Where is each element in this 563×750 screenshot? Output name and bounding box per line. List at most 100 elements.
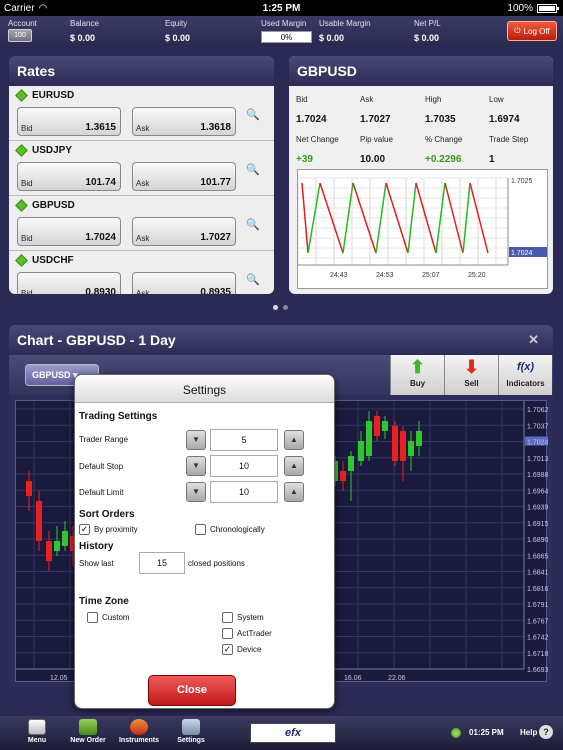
detail-header: Low [489,95,504,104]
chart-close-icon[interactable]: ✕ [528,332,539,348]
ask-button[interactable]: Ask 0.8935 [132,272,236,294]
new-order-button[interactable]: New Order [67,719,109,744]
bid-button[interactable]: Bid 1.7024 [17,217,121,246]
rate-symbol[interactable]: USDCHF [15,254,74,267]
candle-body [46,541,52,561]
magnifier-icon[interactable]: 🔍 [246,108,260,121]
ask-price: 1.7027 [200,232,231,243]
trader-range-decrement[interactable]: ▼ [186,430,206,450]
chart-y-label: 1.6742 [527,635,548,642]
rate-symbol[interactable]: USDJPY [15,144,72,157]
ask-label: Ask [136,124,150,133]
connection-status-icon [451,728,461,738]
trader-range-increment[interactable]: ▲ [284,430,304,450]
account-selector-button[interactable]: 100 [8,29,32,42]
bottom-toolbar: Menu New Order Instruments Settings efx … [0,716,563,750]
tz-custom-label: Custom [102,613,130,622]
ask-price: 101.77 [200,177,231,188]
magnifier-icon[interactable]: 🔍 [246,273,260,286]
ask-price: 0.8935 [200,287,231,294]
default-stop-decrement[interactable]: ▼ [186,456,206,476]
page-indicator[interactable] [273,305,288,310]
ask-button[interactable]: Ask 1.7027 [132,217,236,246]
buy-button[interactable]: ⬆ Buy [390,355,444,395]
magnifier-icon[interactable]: 🔍 [246,163,260,176]
checkbox-checked-icon: ✓ [222,644,233,655]
log-off-button[interactable]: ⏻ Log Off [507,21,557,41]
rate-symbol[interactable]: GBPUSD [15,199,75,212]
default-limit-increment[interactable]: ▲ [284,482,304,502]
mini-tick-chart: 1.7025 1.7024 24:43 24:53 25:07 25:20 [297,169,548,289]
help-icon[interactable]: ? [539,725,553,739]
bid-label: Bid [21,289,33,294]
candle-body [408,441,414,456]
instruments-label: Instruments [118,737,160,744]
rates-title: Rates [9,56,274,86]
detail-header: High [425,95,442,104]
diamond-icon [15,199,28,212]
magnifier-icon[interactable]: 🔍 [246,218,260,231]
chart-y-label: 1.7062 [527,407,548,414]
chart-y-label: 1.6767 [527,618,548,625]
tools-icon [182,719,200,735]
settings-close-button[interactable]: Close [148,675,236,706]
ask-button[interactable]: Ask 1.3618 [132,107,236,136]
by-proximity-option[interactable]: ✓ By proximity [79,524,138,535]
candle-body [62,531,68,546]
bid-button[interactable]: Bid 101.74 [17,162,121,191]
settings-button[interactable]: Settings [174,719,208,744]
settings-title: Settings [75,375,334,403]
default-stop-value[interactable]: 10 [210,455,278,477]
bid-button[interactable]: Bid 1.3615 [17,107,121,136]
trader-range-value[interactable]: 5 [210,429,278,451]
rate-symbol[interactable]: EURUSD [15,89,75,102]
new-order-icon [79,719,97,735]
candle-body [374,416,380,436]
detail-value: 10.00 [360,154,386,165]
chart-y-label: 1.6841 [527,570,548,577]
ask-price: 1.3618 [200,122,231,133]
by-proximity-label: By proximity [94,525,138,534]
bid-label: Bid [21,179,33,188]
used-margin-label: Used Margin [261,19,307,28]
bid-label: Bid [21,124,33,133]
tz-device-option[interactable]: ✓ Device [222,644,261,655]
candle-body [340,471,346,481]
ask-button[interactable]: Ask 101.77 [132,162,236,191]
candle-body [358,441,364,461]
sort-orders-heading: Sort Orders [79,509,135,520]
chart-y-label: 1.6964 [527,488,548,495]
chronologically-option[interactable]: Chronologically [195,524,265,535]
mini-chart-x-label: 25:20 [468,272,486,279]
show-last-value[interactable]: 15 [139,552,185,574]
detail-value: +0.2296 [425,154,462,165]
power-icon: ⏻ [514,26,521,35]
detail-header: Bid [296,95,308,104]
candle-body [26,481,32,496]
efx-logo: efx [250,723,336,743]
help-label[interactable]: Help [520,728,537,737]
tz-acttrader-option[interactable]: ActTrader [222,628,272,639]
candle-body [416,431,422,446]
indicators-button[interactable]: f(x) Indicators [498,355,552,395]
buy-arrow-icon: ⬆ [409,357,426,377]
bid-button[interactable]: Bid 0.8930 [17,272,121,294]
menu-button[interactable]: Menu [22,719,52,744]
default-limit-value[interactable]: 10 [210,481,278,503]
chart-x-label: 16.06 [344,675,362,682]
tz-custom-option[interactable]: Custom [87,612,130,623]
sell-button[interactable]: ⬇ Sell [444,355,498,395]
default-stop-increment[interactable]: ▲ [284,456,304,476]
page-dot-2[interactable] [283,305,288,310]
default-limit-decrement[interactable]: ▼ [186,482,206,502]
battery-icon [537,3,559,13]
instruments-button[interactable]: Instruments [117,719,161,744]
tz-system-option[interactable]: System [222,612,264,623]
rate-symbol-label: EURUSD [32,90,75,101]
buy-label: Buy [409,379,426,388]
instruments-icon [130,719,148,735]
usable-margin-value: $ 0.00 [319,33,345,43]
detail-value: 1.7027 [360,114,391,125]
detail-header: Net Change [296,135,339,144]
page-dot-1[interactable] [273,305,278,310]
